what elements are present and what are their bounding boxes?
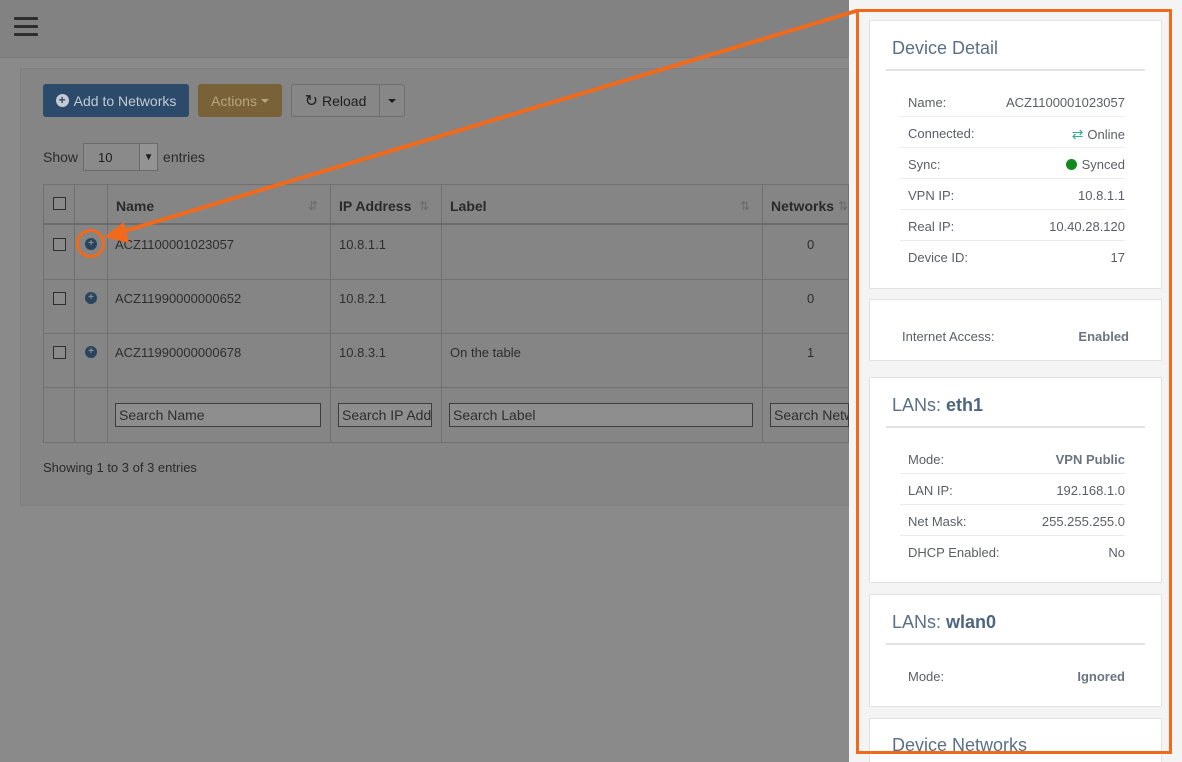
sort-icon: ⇅ [419, 199, 430, 213]
lan-eth1-box: LANs: eth1 Mode: VPN Public LAN IP: 192.… [869, 377, 1162, 583]
sync-value: Synced [1081, 157, 1125, 172]
row-divider [44, 279, 848, 280]
entries-label: entries [163, 149, 206, 165]
chevron-down-icon: ▼ [139, 144, 158, 170]
device-detail-box: Device Detail Name: ACZ1100001023057 Con… [869, 20, 1162, 289]
lan-row-mode: Mode: Ignored [908, 669, 1125, 684]
reload-button[interactable]: ↻ Reload [291, 84, 380, 117]
lan-row-lan-ip: LAN IP: 192.168.1.0 [900, 474, 1125, 505]
actions-dropdown-button[interactable]: Actions [198, 84, 282, 117]
expand-row-icon[interactable]: + [85, 292, 97, 304]
cell-label: On the table [450, 345, 521, 360]
cell-networks: 1 [807, 345, 815, 360]
divider [886, 69, 1145, 71]
exchange-icon: ⇄ [1071, 126, 1084, 142]
cell-name: ACZ1100001023057 [115, 237, 235, 252]
cell-networks: 0 [807, 291, 815, 306]
detail-row-name: Name: ACZ1100001023057 [900, 86, 1125, 117]
search-networks-input[interactable]: Search Networks [770, 403, 849, 427]
header-networks[interactable]: Networks [763, 185, 848, 225]
lan-wlan0-box: LANs: wlan0 Mode: Ignored [869, 594, 1162, 707]
caret-down-icon [260, 98, 269, 103]
divider [886, 426, 1145, 428]
reload-options-toggle[interactable] [379, 84, 405, 117]
detail-row-vpn-ip: VPN IP: 10.8.1.1 [900, 179, 1125, 210]
highlight-ring [76, 229, 105, 258]
detail-row-device-id: Device ID: 17 [908, 250, 1125, 265]
sort-icon: ⇅ [740, 199, 751, 213]
cell-name: ACZ11990000000652 [115, 291, 242, 306]
lan-wlan0-title: LANs: wlan0 [892, 612, 997, 632]
header-label[interactable]: Label [442, 185, 763, 225]
search-ip-input[interactable]: Search IP Address [338, 403, 432, 427]
lan-eth1-title: LANs: eth1 [892, 395, 984, 415]
lan-row-dhcp: DHCP Enabled: No [908, 545, 1125, 560]
expand-row-icon[interactable]: + [85, 346, 97, 358]
lan-row-net-mask: Net Mask: 255.255.255.0 [900, 505, 1125, 536]
table-info: Showing 1 to 3 of 3 entries [43, 460, 197, 475]
show-label: Show [43, 149, 79, 165]
page-length-value: 10 [98, 149, 113, 165]
cell-networks: 0 [807, 237, 815, 252]
page-length-control: Show 10 ▼ entries [43, 143, 205, 171]
device-networks-title: Device Networks [892, 735, 1028, 755]
connected-value: Online [1087, 127, 1125, 142]
cell-name: ACZ11990000000678 [115, 345, 242, 360]
cell-ip: 10.8.2.1 [339, 291, 386, 306]
select-all-checkbox[interactable] [53, 197, 66, 210]
device-detail-title: Device Detail [892, 38, 999, 58]
device-networks-box: Device Networks [869, 718, 1162, 762]
sort-asc-icon: ⇵ [308, 199, 319, 213]
detail-row-real-ip: Real IP: 10.40.28.120 [900, 210, 1125, 241]
internet-access-value: Enabled [1078, 329, 1129, 344]
row-divider [44, 387, 848, 388]
lan-row-mode: Mode: VPN Public [900, 443, 1125, 474]
cell-ip: 10.8.1.1 [339, 237, 386, 252]
internet-access-box: Internet Access: Enabled [869, 299, 1162, 361]
search-label-input[interactable]: Search Label [449, 403, 753, 427]
detail-row-sync: Sync: Synced [900, 148, 1125, 179]
divider [886, 643, 1145, 645]
row-divider [44, 333, 848, 334]
internet-access-label: Internet Access: [902, 329, 995, 344]
page-length-select[interactable]: 10 ▼ [83, 143, 159, 171]
reload-label: Reload [322, 92, 367, 109]
status-dot-icon [1065, 159, 1077, 170]
row-checkbox[interactable] [53, 292, 66, 305]
add-to-networks-button[interactable]: + Add to Networks [43, 84, 189, 117]
row-checkbox[interactable] [53, 346, 66, 359]
search-name-input[interactable]: Search Name [115, 403, 321, 427]
caret-down-icon [388, 98, 396, 103]
actions-label: Actions [211, 92, 257, 109]
header-name[interactable]: Name [108, 185, 331, 225]
add-to-networks-label: Add to Networks [73, 92, 177, 109]
cell-ip: 10.8.3.1 [339, 345, 386, 360]
sort-icon: ⇅ [838, 199, 849, 213]
detail-row-connected: Connected: ⇄ Online [900, 117, 1125, 148]
menu-icon[interactable] [14, 17, 38, 37]
refresh-icon: ↻ [304, 92, 319, 110]
plus-circle-icon: + [55, 94, 69, 107]
row-checkbox[interactable] [53, 238, 66, 251]
